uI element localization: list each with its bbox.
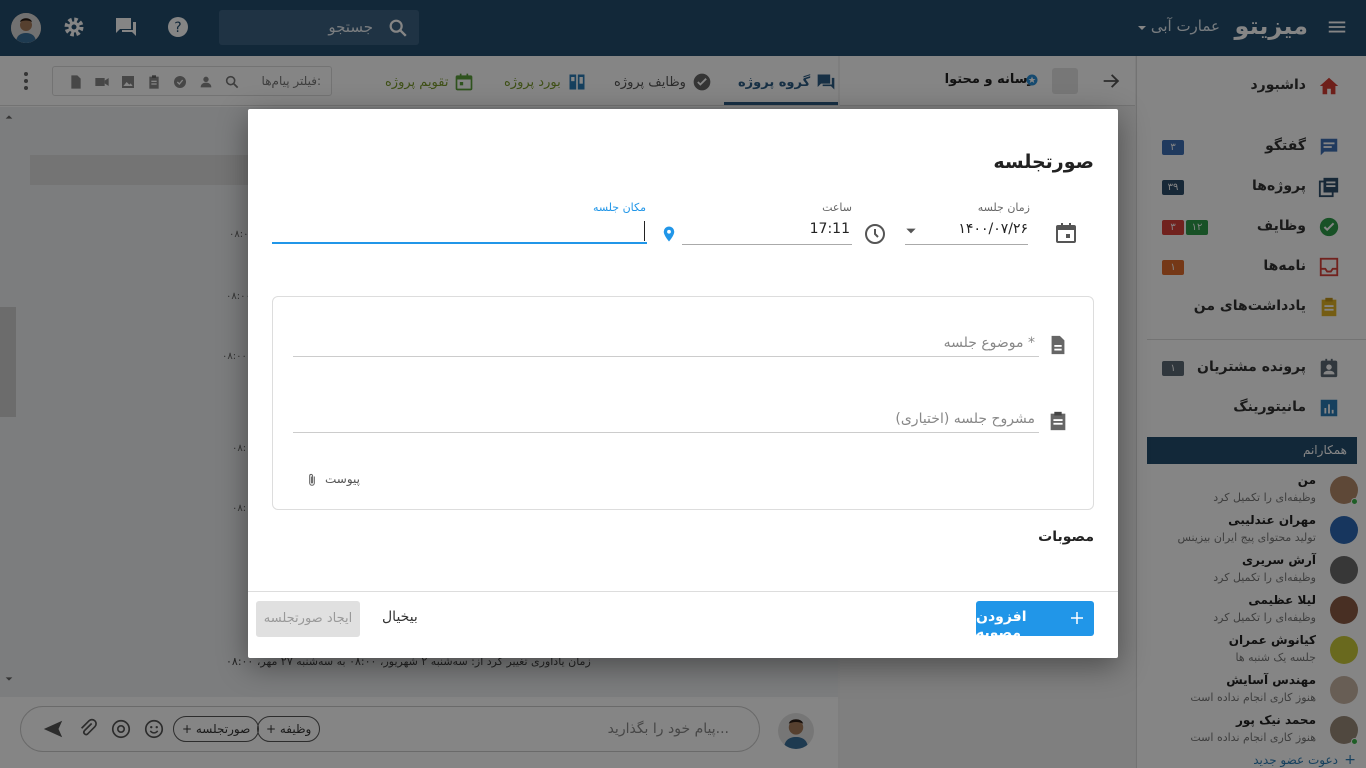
attach-button[interactable]: پیوست: [325, 472, 360, 486]
resolutions-title: مصوبات: [1038, 529, 1094, 545]
location-input[interactable]: [272, 242, 647, 244]
document-icon: [1047, 333, 1069, 357]
text-cursor: [644, 221, 645, 241]
minutes-content-box: موضوع جلسه * مشروح جلسه (اختیاری) پیوست: [272, 296, 1094, 510]
plus-icon: [1068, 609, 1086, 627]
location-pin-icon: [660, 223, 678, 245]
minutes-dialog: صورتجلسه زمان جلسه ۱۴۰۰/۰۷/۲۶ ساعت 17:11…: [248, 109, 1118, 658]
time-field[interactable]: 17:11: [810, 221, 850, 237]
clipboard-icon: [1047, 409, 1069, 433]
location-label: مکان جلسه: [592, 201, 646, 214]
description-underline: [293, 432, 1039, 433]
caret-down-icon[interactable]: [904, 224, 918, 238]
paperclip-icon[interactable]: [305, 471, 319, 489]
dialog-footer: افزودن مصوبه بیخیال ایجاد صورتجلسه: [248, 591, 1118, 658]
dialog-title: صورتجلسه: [993, 151, 1094, 173]
create-minutes-button[interactable]: ایجاد صورتجلسه: [256, 601, 360, 637]
subject-input[interactable]: موضوع جلسه *: [944, 335, 1035, 351]
date-label: زمان جلسه: [977, 201, 1030, 214]
cancel-button[interactable]: بیخیال: [382, 609, 418, 625]
time-underline: [682, 244, 852, 245]
date-underline: [905, 244, 1028, 245]
date-field[interactable]: ۱۴۰۰/۰۷/۲۶: [958, 221, 1028, 237]
calendar-icon[interactable]: [1054, 221, 1078, 245]
clock-icon[interactable]: [863, 222, 887, 246]
subject-underline: [293, 356, 1039, 357]
time-label: ساعت: [822, 201, 852, 214]
description-input[interactable]: مشروح جلسه (اختیاری): [895, 411, 1035, 427]
add-resolution-button[interactable]: افزودن مصوبه: [976, 601, 1094, 641]
